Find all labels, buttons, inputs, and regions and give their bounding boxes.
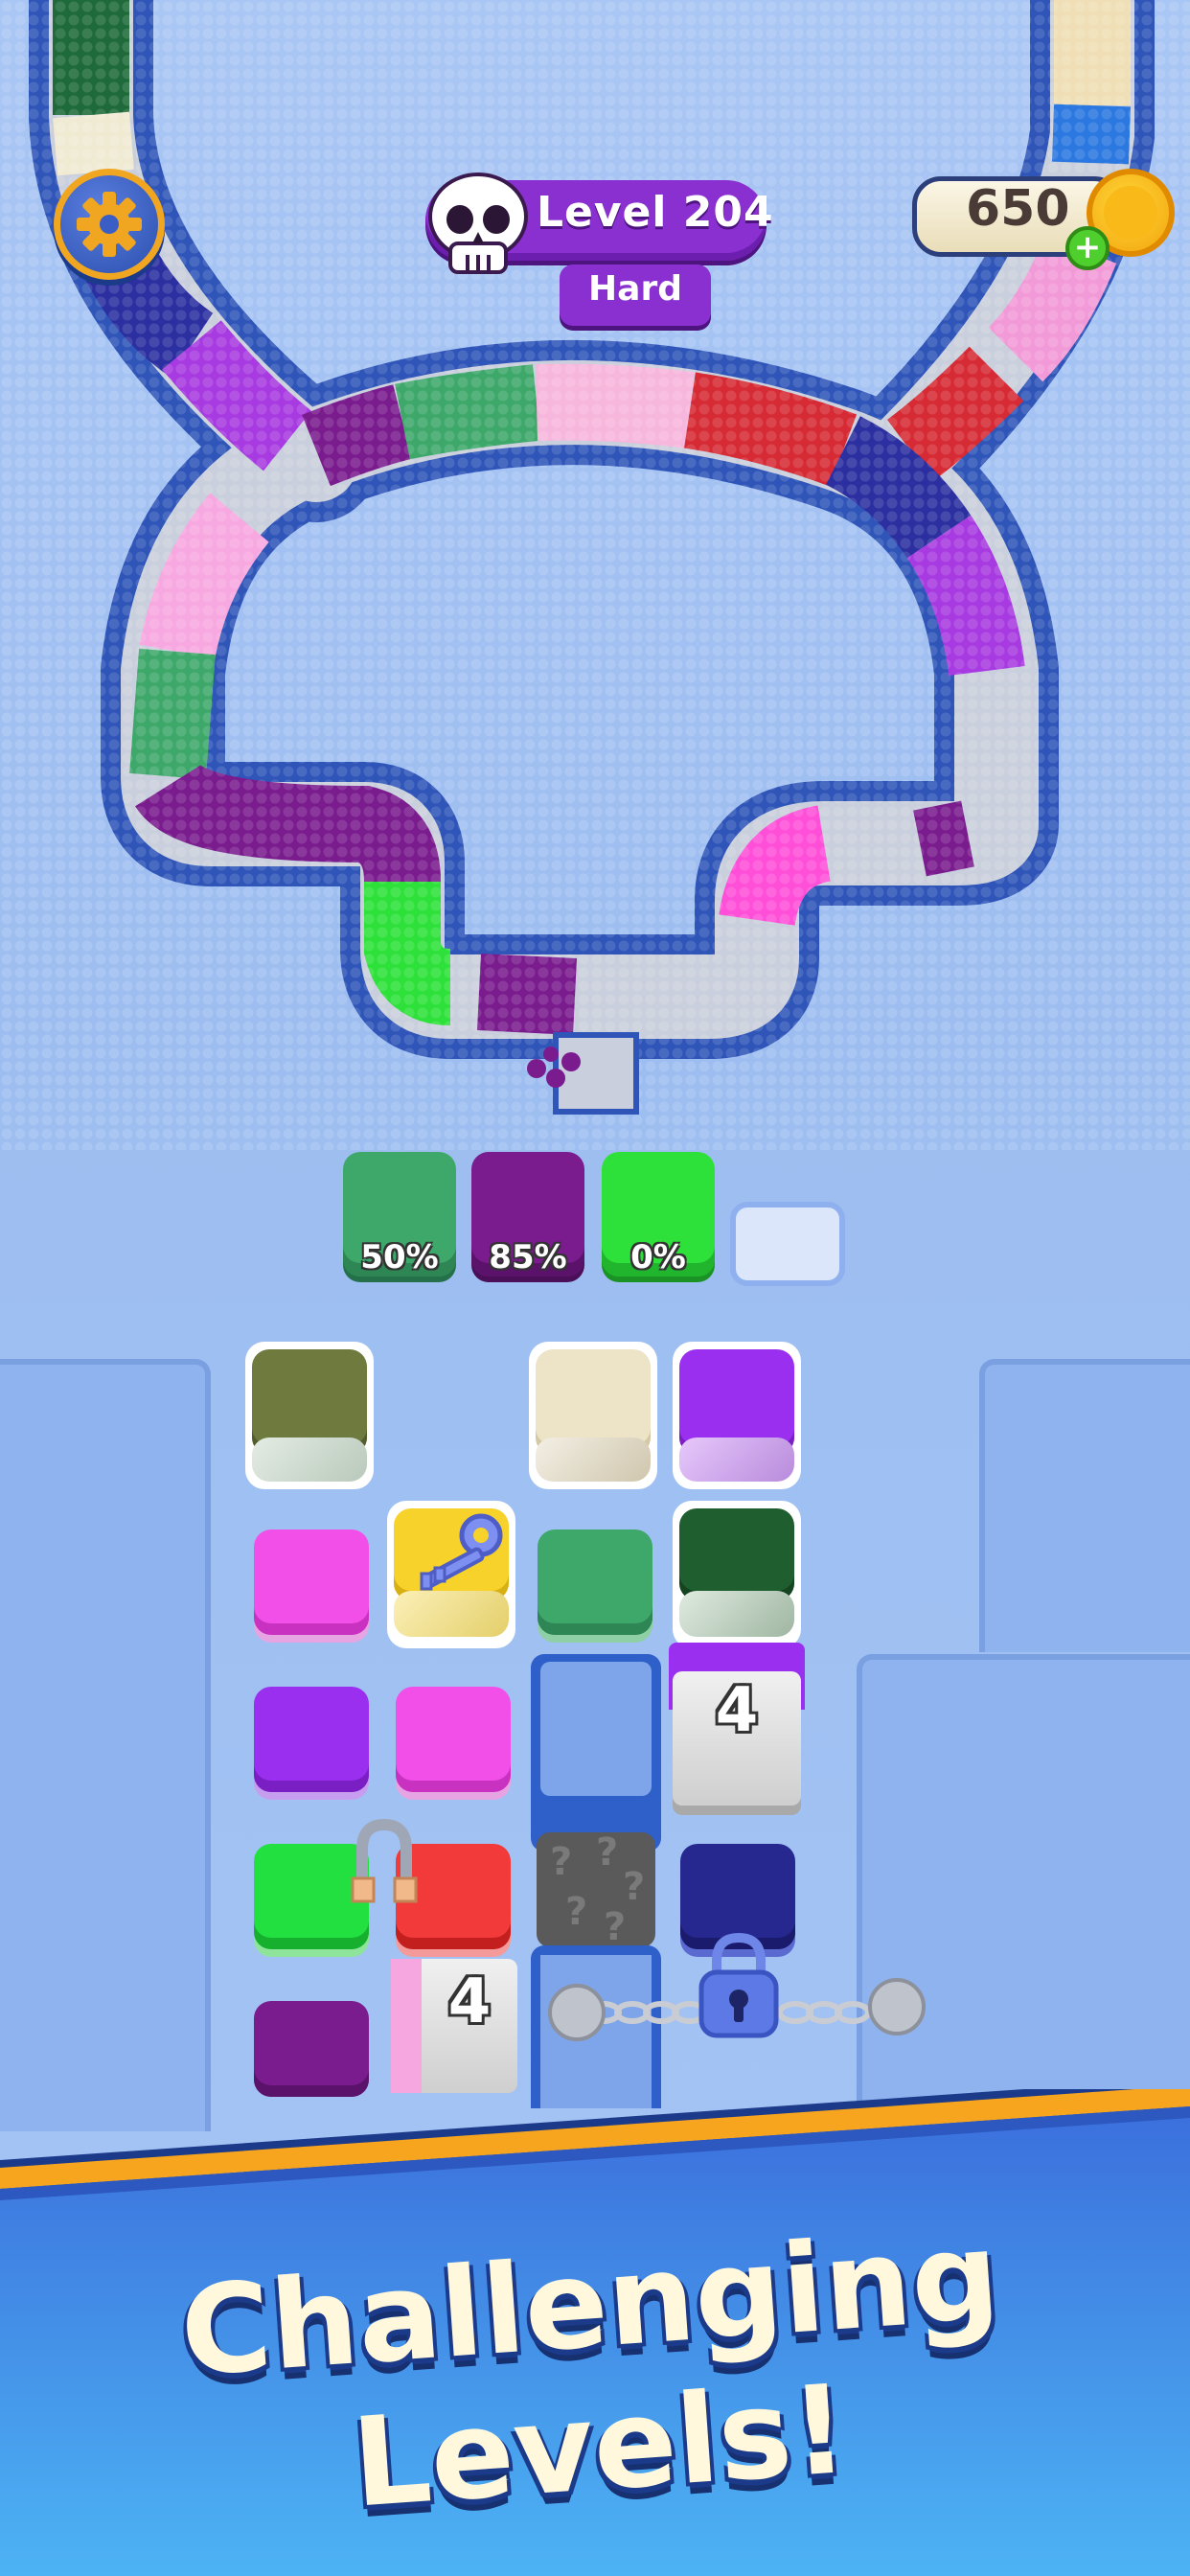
board-wall-right-lower [857, 1654, 1190, 2139]
coin-icon-face [1104, 186, 1157, 240]
gear-icon [77, 192, 142, 257]
coin-count: 650 [966, 180, 1070, 238]
question-mark-icon: ??? ?? [550, 1830, 645, 1949]
cup-tile-olive-base [252, 1438, 367, 1482]
cup-tile-cream-base [536, 1438, 651, 1482]
board-wall-left [0, 1359, 211, 2131]
cup-tile-magenta[interactable] [254, 1530, 369, 1635]
key-icon [420, 1513, 503, 1591]
counter-block-2-side [391, 1959, 425, 2093]
difficulty-label: Hard [588, 269, 682, 309]
counter-value: 4 [715, 1675, 759, 1746]
collector-slot-empty [730, 1202, 845, 1286]
collector-percent-purple: 85% [489, 1238, 567, 1276]
counter-value-2: 4 [447, 1966, 492, 2037]
svg-text:?: ? [596, 1832, 618, 1874]
cup-tile-purple-base [679, 1438, 794, 1482]
level-title: Level 204 [537, 188, 774, 237]
svg-text:?: ? [604, 1905, 626, 1947]
skull-icon [428, 172, 528, 274]
cup-tile-plum[interactable] [254, 2001, 369, 2097]
cup-tile-magenta-2[interactable] [396, 1687, 511, 1792]
cup-tile-yellow-base [394, 1591, 509, 1637]
cup-tile-darkgreen[interactable] [679, 1508, 794, 1600]
settings-button[interactable] [54, 169, 165, 280]
collector-percent-green: 50% [360, 1238, 439, 1276]
bead-track [0, 0, 1190, 1150]
svg-text:?: ? [623, 1865, 645, 1909]
cup-tile-darkgreen-base [679, 1591, 794, 1637]
empty-slot-inner [540, 1662, 652, 1796]
magnet-icon [351, 1818, 418, 1903]
collector-percent-lime: 0% [630, 1238, 686, 1276]
svg-text:?: ? [550, 1840, 572, 1884]
cup-tile-teal[interactable] [538, 1530, 652, 1635]
svg-text:?: ? [565, 1890, 587, 1934]
add-coins-button[interactable]: + [1065, 226, 1110, 270]
cup-tile-violet[interactable] [254, 1687, 369, 1792]
board-wall-right [979, 1359, 1190, 1652]
padlock-icon[interactable] [696, 1928, 782, 2043]
mystery-tile[interactable]: ??? ?? [537, 1830, 655, 1949]
